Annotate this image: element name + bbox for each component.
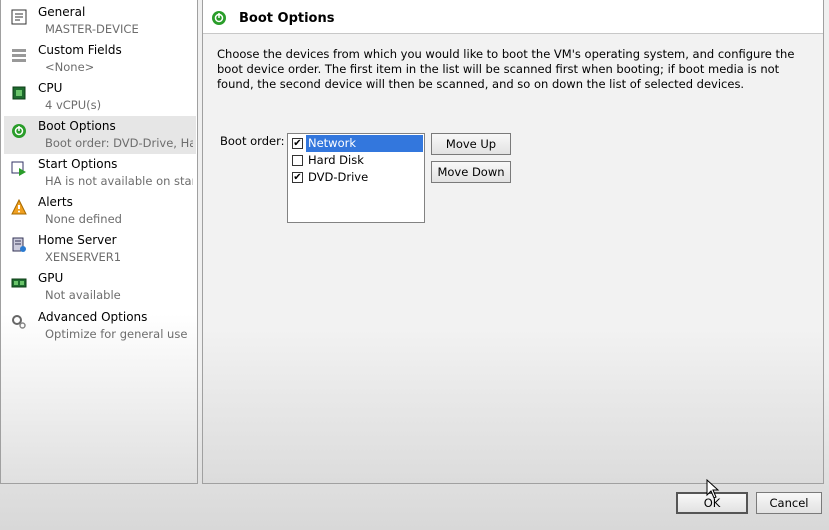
sidebar-item-subtitle: Optimize for general use [45, 327, 188, 341]
boot-order-list[interactable]: ✔ Network Hard Disk ✔ DVD-Drive [287, 133, 425, 223]
boot-item-label: Hard Disk [308, 153, 364, 167]
move-up-button[interactable]: Move Up [431, 133, 511, 155]
cpu-icon [10, 84, 28, 102]
boot-item-label: Network [306, 135, 423, 152]
sidebar-item-custom-fields[interactable]: Custom Fields <None> [4, 40, 196, 78]
sidebar-item-subtitle: Boot order: DVD-Drive, Har... [45, 136, 193, 150]
sidebar-item-title: GPU [38, 271, 64, 285]
boot-item-network[interactable]: ✔ Network [289, 135, 423, 152]
sidebar: General MASTER-DEVICE Custom Fields <Non… [0, 0, 198, 484]
alert-icon [10, 198, 28, 216]
boot-item-checkbox[interactable] [292, 155, 303, 166]
sidebar-item-title: Custom Fields [38, 43, 122, 57]
panel-header: Boot Options [203, 0, 823, 34]
sidebar-item-boot-options[interactable]: Boot Options Boot order: DVD-Drive, Har.… [4, 116, 196, 154]
sidebar-item-subtitle: Not available [45, 288, 121, 302]
sidebar-item-start-options[interactable]: Start Options HA is not available on sta… [4, 154, 196, 192]
sidebar-item-title: Home Server [38, 233, 117, 247]
sidebar-item-title: Alerts [38, 195, 73, 209]
sidebar-item-cpu[interactable]: CPU 4 vCPU(s) [4, 78, 196, 116]
sidebar-item-subtitle: XENSERVER1 [45, 250, 122, 264]
general-icon [10, 8, 28, 26]
sidebar-item-advanced-options[interactable]: Advanced Options Optimize for general us… [4, 307, 196, 345]
home-server-icon [10, 236, 28, 254]
sidebar-item-gpu[interactable]: GPU Not available [4, 268, 196, 306]
boot-options-icon [211, 10, 227, 29]
sidebar-item-subtitle: MASTER-DEVICE [45, 22, 139, 36]
sidebar-item-home-server[interactable]: Home Server XENSERVER1 [4, 230, 196, 268]
gpu-icon [10, 274, 28, 292]
sidebar-item-subtitle: HA is not available on stan... [45, 174, 193, 188]
boot-item-dvd-drive[interactable]: ✔ DVD-Drive [289, 169, 423, 186]
page-title: Boot Options [239, 11, 335, 26]
cancel-button[interactable]: Cancel [756, 492, 822, 514]
sidebar-item-general[interactable]: General MASTER-DEVICE [4, 2, 196, 40]
advanced-options-icon [10, 313, 28, 331]
boot-order-label: Boot order: [220, 134, 285, 148]
boot-item-checkbox[interactable]: ✔ [292, 172, 303, 183]
boot-options-icon [10, 122, 28, 140]
boot-description: Choose the devices from which you would … [217, 47, 795, 91]
custom-fields-icon [10, 46, 28, 64]
sidebar-item-title: Boot Options [38, 119, 116, 133]
sidebar-item-alerts[interactable]: Alerts None defined [4, 192, 196, 230]
sidebar-item-title: Start Options [38, 157, 118, 171]
boot-item-label: DVD-Drive [308, 170, 369, 184]
sidebar-item-subtitle: <None> [45, 60, 95, 74]
sidebar-item-title: Advanced Options [38, 310, 148, 324]
start-options-icon [10, 160, 28, 178]
boot-item-hard-disk[interactable]: Hard Disk [289, 152, 423, 169]
sidebar-item-title: General [38, 5, 86, 19]
sidebar-item-subtitle: 4 vCPU(s) [45, 98, 102, 112]
sidebar-item-title: CPU [38, 81, 63, 95]
boot-item-checkbox[interactable]: ✔ [292, 138, 303, 149]
mouse-cursor-icon [706, 478, 720, 502]
move-down-button[interactable]: Move Down [431, 161, 511, 183]
sidebar-item-subtitle: None defined [45, 212, 122, 226]
boot-options-panel: Boot Options Choose the devices from whi… [202, 0, 824, 484]
